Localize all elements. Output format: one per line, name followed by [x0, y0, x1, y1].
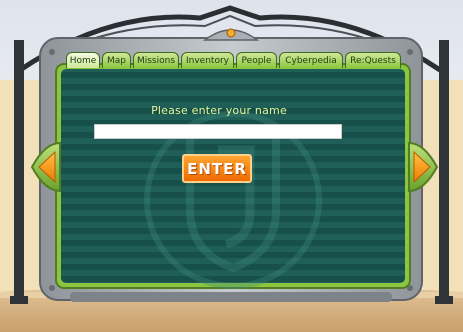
tab-inventory[interactable]: Inventory [181, 52, 234, 68]
frame-top-gem [226, 28, 236, 38]
left-pillar-base [10, 296, 28, 304]
tab-cyberpedia[interactable]: Cyberpedia [279, 52, 343, 68]
name-prompt: Please enter your name [151, 104, 287, 117]
right-pillar-base [435, 296, 453, 304]
left-pillar [14, 40, 24, 304]
tab-map[interactable]: Map [102, 52, 131, 68]
tab-re-quests[interactable]: Re:Quests [345, 52, 401, 68]
frame-base [70, 292, 392, 302]
right-pillar [439, 40, 449, 304]
tab-home[interactable]: Home [66, 52, 100, 68]
tab-missions[interactable]: Missions [133, 52, 179, 68]
name-input[interactable] [94, 124, 342, 139]
tab-people[interactable]: People [236, 52, 277, 68]
frame-bolt [49, 285, 55, 291]
enter-button[interactable]: ENTER [182, 154, 252, 183]
frame-bolt [49, 49, 55, 55]
frame-bolt [407, 49, 413, 55]
